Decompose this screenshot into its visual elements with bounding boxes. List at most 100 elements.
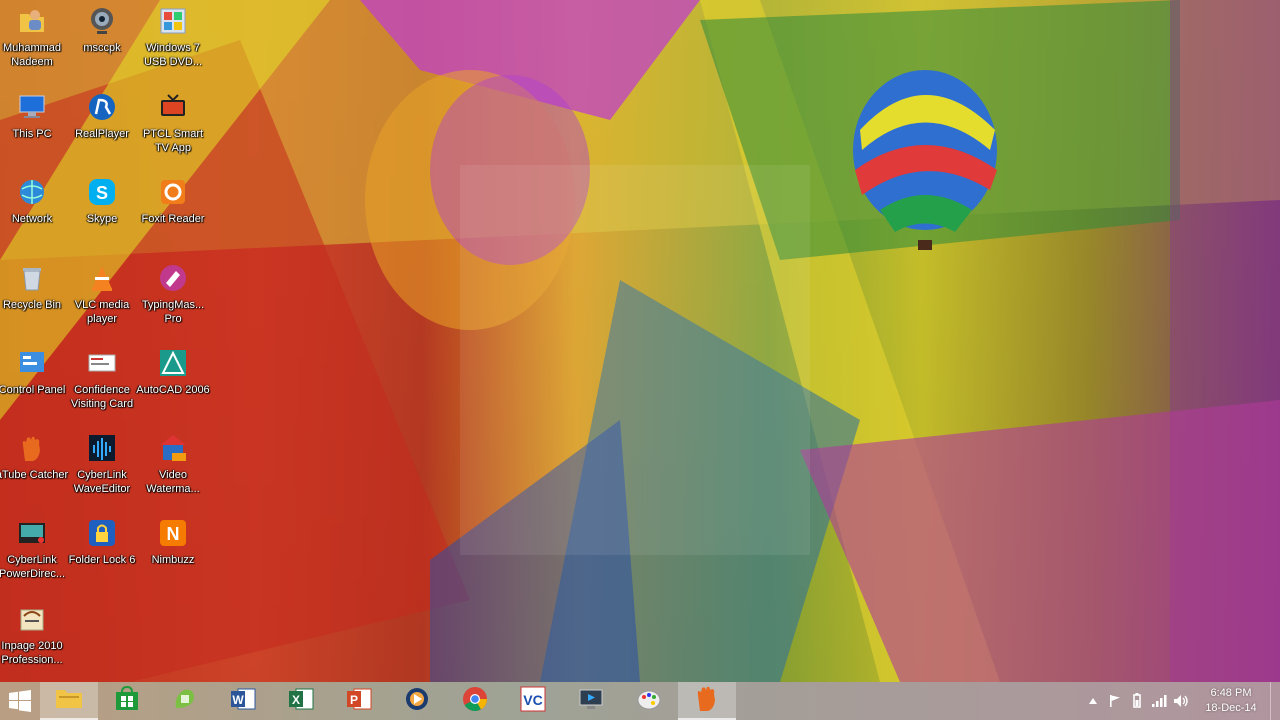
network-signal-icon[interactable] — [1148, 682, 1170, 720]
media-player-icon — [404, 686, 430, 717]
desktop-icon-label: PTCL Smart TV App — [142, 128, 204, 154]
wave-editor-icon — [85, 431, 119, 465]
inpage-icon — [15, 602, 49, 636]
power-icon[interactable] — [1126, 682, 1148, 720]
network-icon — [15, 175, 49, 209]
autocad-icon — [156, 346, 190, 380]
desktop-icon-label: Nimbuzz — [151, 554, 195, 566]
desktop-icon-wave-editor[interactable]: CyberLink WaveEditor — [64, 427, 140, 507]
desktop-icon-foxit-reader[interactable]: Foxit Reader — [135, 171, 211, 251]
computer-icon — [15, 90, 49, 124]
camtasia-icon — [172, 686, 198, 717]
desktop-icon-label: Network — [11, 213, 53, 225]
user-folder-icon — [15, 4, 49, 38]
taskbar-media-player-button[interactable] — [388, 682, 446, 720]
desktop[interactable]: Muhammad Nadeem msccpk Windows 7 USB DVD..… — [0, 0, 1280, 682]
desktop-icon-power-director[interactable]: CyberLink PowerDirec... — [0, 512, 70, 592]
desktop-icon-recycle-bin[interactable]: Recycle Bin — [0, 257, 70, 337]
desktop-icon-tv-app[interactable]: PTCL Smart TV App — [135, 86, 211, 166]
action-center-flag-icon[interactable] — [1104, 682, 1126, 720]
desktop-icon-user-folder[interactable]: Muhammad Nadeem — [0, 0, 70, 80]
excel-icon: X — [288, 686, 314, 717]
desktop-icon-webcam[interactable]: msccpk — [64, 0, 140, 80]
desktop-icon-label: Windows 7 USB DVD... — [143, 42, 203, 68]
desktop-icon-realplayer[interactable]: RealPlayer — [64, 86, 140, 166]
clock[interactable]: 6:48 PM 18-Dec-14 — [1192, 686, 1270, 716]
desktop-icon-video-watermark[interactable]: Video Waterma... — [135, 427, 211, 507]
desktop-icon-label: This PC — [12, 128, 52, 140]
desktop-icon-label: Muhammad Nadeem — [2, 42, 62, 68]
desktop-icon-network[interactable]: Network — [0, 171, 70, 251]
taskbar-vc-button[interactable]: VC — [504, 682, 562, 720]
desktop-icon-computer[interactable]: This PC — [0, 86, 70, 166]
taskbar-chrome-button[interactable] — [446, 682, 504, 720]
desktop-icon-label: AutoCAD 2006 — [136, 384, 210, 396]
desktop-icon-label: RealPlayer — [75, 128, 129, 140]
desktop-icon-visiting-card[interactable]: Confidence Visiting Card — [64, 342, 140, 422]
folder-lock-icon — [85, 516, 119, 550]
desktop-icon-label: Foxit Reader — [141, 213, 205, 225]
realplayer-icon — [85, 90, 119, 124]
desktop-icon-label: TypingMas... Pro — [141, 299, 205, 325]
desktop-icon-label: CyberLink PowerDirec... — [0, 554, 66, 580]
desktop-icon-label: msccpk — [83, 42, 121, 54]
svg-text:X: X — [292, 693, 300, 707]
taskbar-paint-button[interactable] — [620, 682, 678, 720]
desktop-icon-nimbuzz[interactable]: N Nimbuzz — [135, 512, 211, 592]
windows-logo-icon — [9, 690, 31, 712]
store-icon — [114, 685, 140, 717]
desktop-icon-label: Skype — [86, 213, 118, 225]
taskbar-word-button[interactable]: W — [214, 682, 272, 720]
desktop-icon-label: Recycle Bin — [2, 299, 62, 311]
typing-master-icon — [156, 261, 190, 295]
power-director-icon — [15, 516, 49, 550]
desktop-icon-control-panel[interactable]: Control Panel — [0, 342, 70, 422]
atube-catcher-icon — [692, 683, 722, 718]
desktop-icon-label: Video Waterma... — [146, 469, 200, 495]
clock-date: 18-Dec-14 — [1205, 702, 1257, 714]
desktop-icon-label: Confidence Visiting Card — [70, 384, 134, 410]
desktop-icon-atube-catcher[interactable]: aTube Catcher — [0, 427, 70, 507]
show-desktop-button[interactable] — [1270, 682, 1280, 720]
svg-text:N: N — [167, 524, 180, 544]
paint-icon — [636, 686, 662, 717]
chrome-icon — [462, 686, 488, 717]
word-icon: W — [230, 686, 256, 717]
desktop-icon-typing-master[interactable]: TypingMas... Pro — [135, 257, 211, 337]
taskbar-powerpoint-button[interactable]: P — [330, 682, 388, 720]
desktop-icon-folder-lock[interactable]: Folder Lock 6 — [64, 512, 140, 592]
desktop-icon-vlc[interactable]: VLC media player — [64, 257, 140, 337]
taskbar-atube-catcher-button[interactable] — [678, 682, 736, 720]
desktop-icon-skype[interactable]: S Skype — [64, 171, 140, 251]
vlc-icon — [85, 261, 119, 295]
taskbar-store-button[interactable] — [98, 682, 156, 720]
taskbar-screen-recorder-button[interactable] — [562, 682, 620, 720]
svg-text:P: P — [350, 693, 358, 707]
desktop-icon-autocad[interactable]: AutoCAD 2006 — [135, 342, 211, 422]
taskbar-camtasia-button[interactable] — [156, 682, 214, 720]
volume-icon[interactable] — [1170, 682, 1192, 720]
system-tray: 6:48 PM 18-Dec-14 — [1082, 682, 1280, 720]
atube-catcher-icon — [15, 431, 49, 465]
nimbuzz-icon: N — [156, 516, 190, 550]
control-panel-icon — [15, 346, 49, 380]
taskbar-excel-button[interactable]: X — [272, 682, 330, 720]
foxit-reader-icon — [156, 175, 190, 209]
start-button[interactable] — [0, 682, 40, 720]
desktop-icon-label: aTube Catcher — [0, 469, 69, 481]
show-hidden-icons-icon[interactable] — [1082, 682, 1104, 720]
desktop-icon-label: VLC media player — [74, 299, 130, 325]
taskbar-file-explorer-button[interactable] — [40, 682, 98, 720]
powerpoint-icon: P — [346, 686, 372, 717]
clock-time: 6:48 PM — [1210, 687, 1252, 699]
recycle-bin-icon — [15, 261, 49, 295]
desktop-icon-label: Folder Lock 6 — [68, 554, 136, 566]
usb-dvd-tool-icon — [156, 4, 190, 38]
video-watermark-icon — [156, 431, 190, 465]
desktop-icon-usb-dvd-tool[interactable]: Windows 7 USB DVD... — [135, 0, 211, 80]
desktop-icon-inpage[interactable]: Inpage 2010 Profession... — [0, 598, 70, 678]
tv-app-icon — [156, 90, 190, 124]
desktop-icon-label: CyberLink WaveEditor — [73, 469, 131, 495]
webcam-icon — [85, 4, 119, 38]
skype-icon: S — [85, 175, 119, 209]
